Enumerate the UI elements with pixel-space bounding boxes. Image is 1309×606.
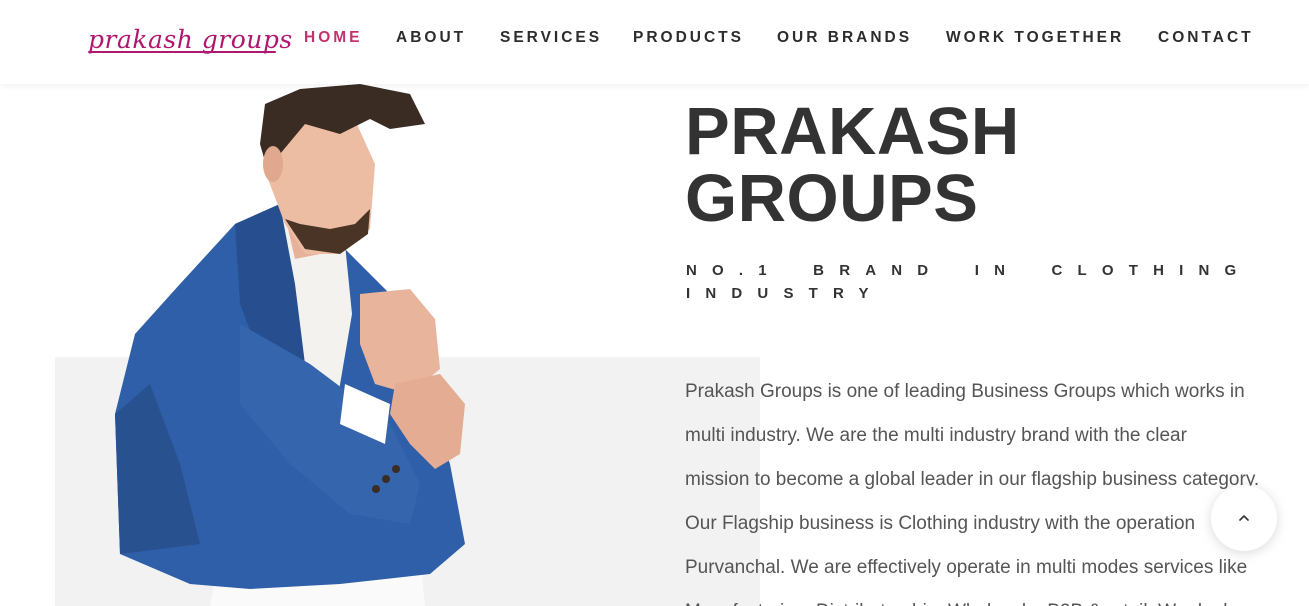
hero-title-line2: GROUPS <box>685 161 979 236</box>
hero-description: Prakash Groups is one of leading Busines… <box>685 370 1285 606</box>
hero-tagline-line1: NO.1 BRAND IN CLOTHING <box>686 262 1252 279</box>
chevron-up-icon <box>1239 515 1249 521</box>
hero-title-line1: PRAKASH <box>685 94 1020 169</box>
logo-underline-decoration <box>88 51 276 53</box>
hero-tagline-line2: INDUSTRY <box>686 285 884 302</box>
site-header: prakash groups HOME ABOUT SERVICES PRODU… <box>0 0 1309 84</box>
nav-our-brands[interactable]: OUR BRANDS <box>777 28 912 48</box>
description-line: multi industry. We are the multi industr… <box>685 425 1187 446</box>
scroll-to-top-button[interactable] <box>1211 485 1277 551</box>
description-line: mission to become a global leader in our… <box>685 469 1260 490</box>
hero-tagline: NO.1 BRAND IN CLOTHING INDUSTRY <box>686 259 1266 305</box>
description-line: Prakash Groups is one of leading Busines… <box>685 381 1245 402</box>
nav-home[interactable]: HOME <box>304 28 363 48</box>
nav-products[interactable]: PRODUCTS <box>633 28 744 48</box>
description-line: Manufacturing, Distributorship, Wholesal… <box>685 590 1285 606</box>
description-line: Our Flagship business is Clothing indust… <box>685 513 1196 534</box>
nav-contact[interactable]: CONTACT <box>1158 28 1254 48</box>
hero-title: PRAKASH GROUPS <box>685 98 1205 232</box>
nav-work-together[interactable]: WORK TOGETHER <box>946 28 1124 48</box>
nav-services[interactable]: SERVICES <box>500 28 602 48</box>
hero-model-image <box>115 84 465 606</box>
description-line: Purvanchal. We are effectively operate i… <box>685 557 1248 578</box>
nav-about[interactable]: ABOUT <box>396 28 466 48</box>
